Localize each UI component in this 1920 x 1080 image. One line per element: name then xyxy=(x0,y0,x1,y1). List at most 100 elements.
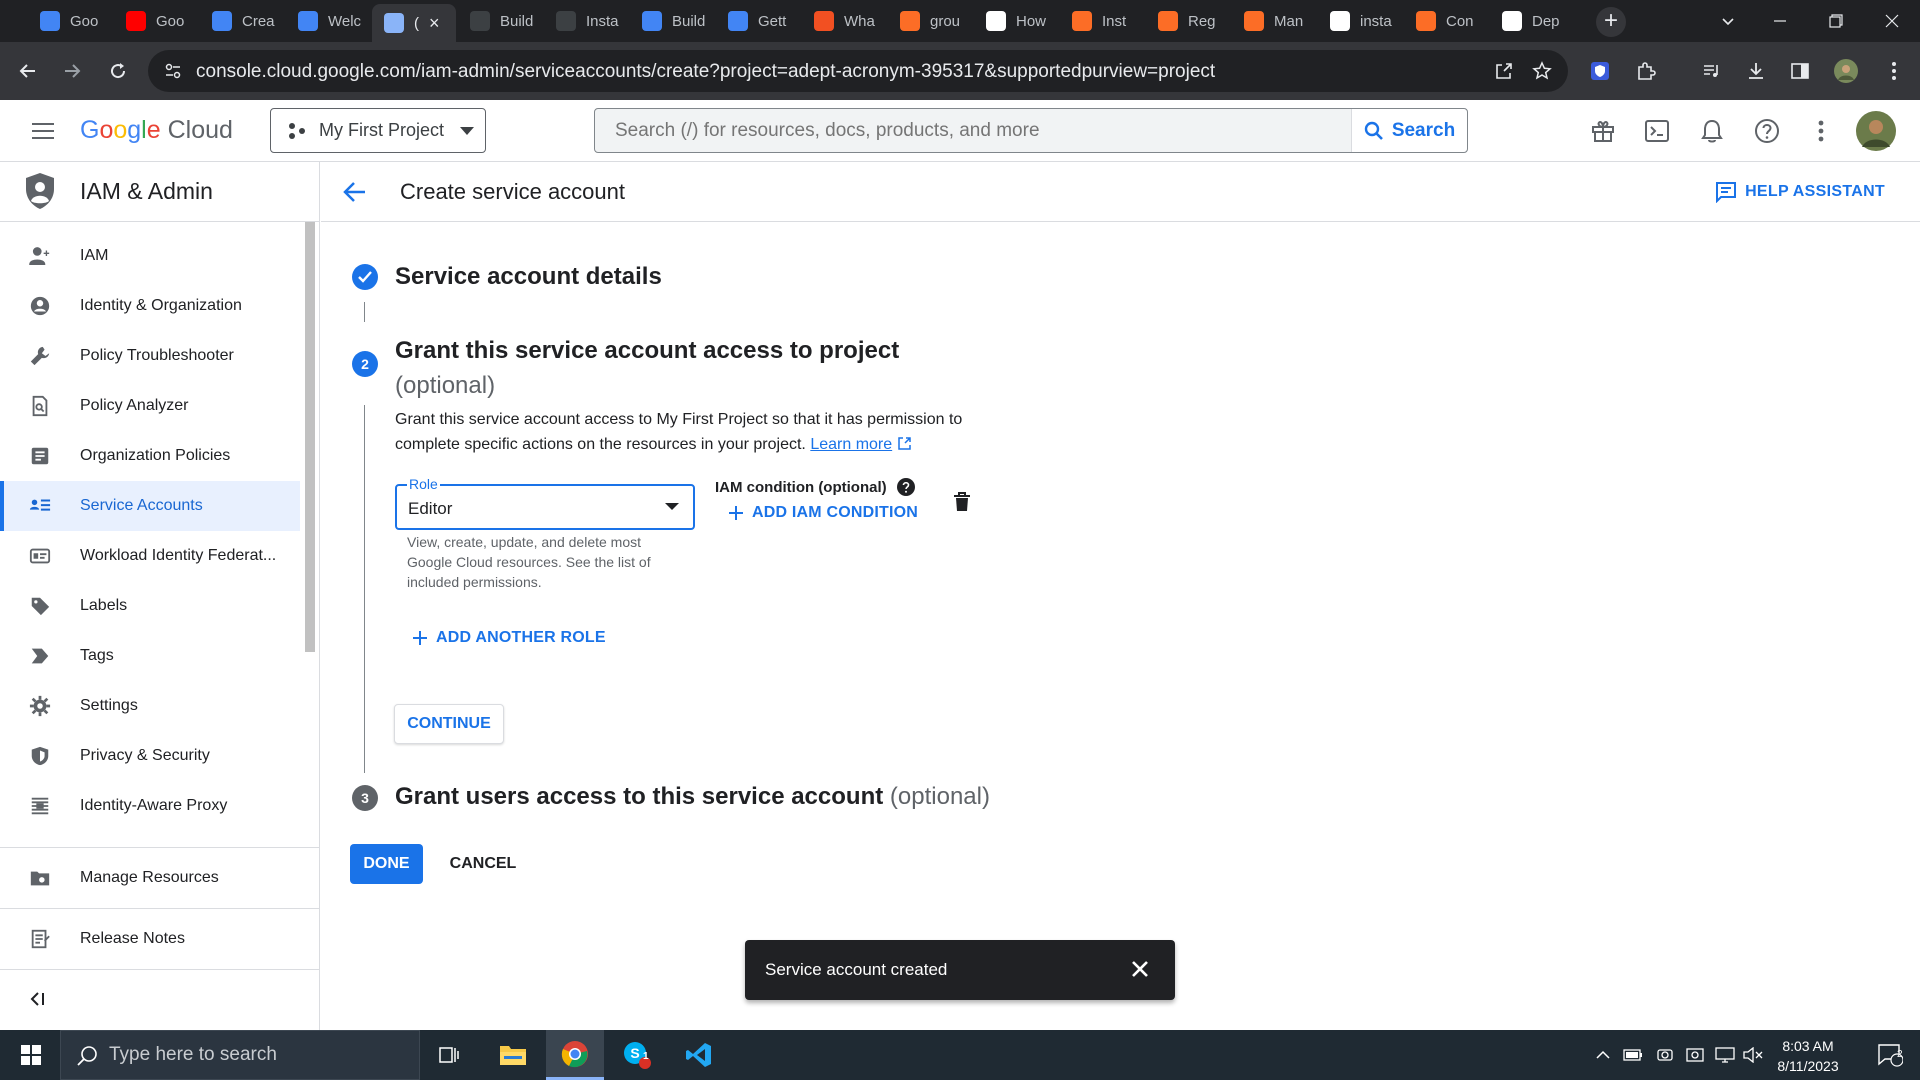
sidebar-item-workload-identity-federat[interactable]: Workload Identity Federat... xyxy=(0,531,300,581)
sidebar-item-identity-organization[interactable]: Identity & Organization xyxy=(0,281,300,331)
sidebar-item-labels[interactable]: Labels xyxy=(0,581,300,631)
browser-tab[interactable]: Build xyxy=(458,4,542,38)
role-select[interactable]: Role Editor xyxy=(395,476,695,530)
help-assistant-button[interactable]: HELP ASSISTANT xyxy=(1715,181,1885,203)
sidebar-item-privacy-security[interactable]: Privacy & Security xyxy=(0,731,300,781)
media-control-icon[interactable] xyxy=(1698,57,1726,85)
learn-more-link[interactable]: Learn more xyxy=(810,436,892,453)
step1-title[interactable]: Service account details xyxy=(395,263,662,291)
notifications-bell-icon[interactable] xyxy=(1695,114,1729,148)
browser-tab[interactable]: Reg xyxy=(1146,4,1230,38)
close-icon[interactable] xyxy=(1129,958,1151,980)
sidebar-item-identity-aware-proxy[interactable]: Identity-Aware Proxy xyxy=(0,781,300,831)
project-selector[interactable]: My First Project xyxy=(270,108,486,153)
continue-button[interactable]: CONTINUE xyxy=(394,704,504,744)
external-link-icon xyxy=(897,436,912,451)
download-icon[interactable] xyxy=(1742,57,1770,85)
taskbar-search-box[interactable]: Type here to search xyxy=(60,1030,420,1080)
add-another-role-button[interactable]: ADD ANOTHER ROLE xyxy=(412,629,606,647)
battery-icon[interactable] xyxy=(1620,1030,1646,1080)
sidebar-scrollbar[interactable] xyxy=(305,222,315,652)
side-panel-icon[interactable] xyxy=(1786,57,1814,85)
sidebar-item-settings[interactable]: Settings xyxy=(0,681,300,731)
meet-now-icon[interactable] xyxy=(1682,1030,1708,1080)
show-hidden-icons-chevron-icon[interactable] xyxy=(1590,1030,1616,1080)
done-button[interactable]: DONE xyxy=(350,844,423,884)
browser-tab[interactable]: Crea xyxy=(200,4,284,38)
browser-tab[interactable]: insta xyxy=(1318,4,1402,38)
hamburger-menu-icon[interactable] xyxy=(26,114,60,148)
tab-search-icon[interactable] xyxy=(1700,0,1756,42)
browser-tab-label: ( xyxy=(414,14,419,32)
back-arrow-icon[interactable] xyxy=(12,55,44,87)
search-icon xyxy=(1364,121,1384,141)
browser-tab[interactable]: (× xyxy=(372,4,456,42)
extension-shield-icon[interactable] xyxy=(1586,57,1614,85)
windows-start-icon[interactable] xyxy=(2,1030,60,1080)
browser-tab[interactable]: Inst xyxy=(1060,4,1144,38)
sidebar-item-release-notes[interactable]: Release Notes xyxy=(0,914,300,964)
search-input[interactable] xyxy=(595,109,1351,152)
sidebar-item-policy-troubleshooter[interactable]: Policy Troubleshooter xyxy=(0,331,300,381)
browser-tab[interactable]: Gett xyxy=(716,4,800,38)
forward-arrow-icon[interactable] xyxy=(56,55,88,87)
search-button[interactable]: Search xyxy=(1351,109,1467,152)
sidebar-item-organization-policies[interactable]: Organization Policies xyxy=(0,431,300,481)
google-cloud-logo[interactable]: Google Cloud xyxy=(80,116,233,145)
address-bar[interactable]: console.cloud.google.com/iam-admin/servi… xyxy=(148,50,1568,92)
site-settings-icon[interactable] xyxy=(164,62,182,80)
browser-tab[interactable]: Con xyxy=(1404,4,1488,38)
file-explorer-icon[interactable] xyxy=(484,1030,542,1080)
google-cloud-icon xyxy=(40,11,60,31)
collapse-sidebar-icon[interactable] xyxy=(28,990,52,1014)
user-avatar[interactable] xyxy=(1856,111,1896,151)
gift-icon[interactable] xyxy=(1586,114,1620,148)
wrench-icon xyxy=(28,344,52,368)
add-iam-condition-button[interactable]: ADD IAM CONDITION xyxy=(728,504,918,522)
cloud-shell-icon[interactable] xyxy=(1640,114,1674,148)
skype-icon[interactable]: S 1 xyxy=(608,1030,666,1080)
bookmark-star-icon[interactable] xyxy=(1532,61,1552,81)
help-question-icon[interactable] xyxy=(1750,114,1784,148)
sidebar-title: IAM & Admin xyxy=(80,178,213,204)
volume-muted-icon[interactable] xyxy=(1740,1030,1766,1080)
browser-tab[interactable]: Man xyxy=(1232,4,1316,38)
help-circle-icon[interactable] xyxy=(896,478,915,496)
reload-icon[interactable] xyxy=(102,55,134,87)
step3-heading[interactable]: Grant users access to this service accou… xyxy=(395,783,990,811)
sidebar-item-tags[interactable]: Tags xyxy=(0,631,300,681)
browser-tab[interactable]: Insta xyxy=(544,4,628,38)
task-view-icon[interactable] xyxy=(420,1030,478,1080)
browser-tab[interactable]: Dep xyxy=(1490,4,1574,38)
browser-tab[interactable]: How xyxy=(974,4,1058,38)
extensions-puzzle-icon[interactable] xyxy=(1632,57,1660,85)
delete-trash-icon[interactable] xyxy=(953,492,977,516)
camera-privacy-icon[interactable] xyxy=(1652,1030,1678,1080)
browser-tab[interactable]: Goo xyxy=(114,4,198,38)
sidebar-item-manage-resources[interactable]: Manage Resources xyxy=(0,853,300,903)
sidebar-item-service-accounts[interactable]: Service Accounts xyxy=(0,481,300,531)
sidebar-item-iam[interactable]: IAM xyxy=(0,231,300,281)
minimize-button[interactable] xyxy=(1752,0,1808,42)
system-clock[interactable]: 8:03 AM 8/11/2023 xyxy=(1768,1036,1848,1076)
new-tab-button[interactable]: + xyxy=(1596,7,1626,37)
more-vert-icon[interactable] xyxy=(1804,114,1838,148)
close-window-button[interactable] xyxy=(1864,0,1920,42)
browser-tab[interactable]: Welc xyxy=(286,4,370,38)
network-icon[interactable] xyxy=(1712,1030,1738,1080)
notification-center-icon[interactable]: 2 xyxy=(1862,1030,1918,1080)
profile-avatar-icon[interactable] xyxy=(1832,57,1860,85)
chrome-taskbar-icon[interactable] xyxy=(546,1030,604,1080)
share-icon[interactable] xyxy=(1494,61,1514,81)
browser-tab[interactable]: Wha xyxy=(802,4,886,38)
cancel-button[interactable]: CANCEL xyxy=(440,844,526,884)
browser-tab[interactable]: Goo xyxy=(28,4,112,38)
tab-close-icon[interactable]: × xyxy=(429,13,440,34)
browser-tab[interactable]: Build xyxy=(630,4,714,38)
browser-tab[interactable]: grou xyxy=(888,4,972,38)
back-arrow-button[interactable] xyxy=(341,178,373,206)
vscode-icon[interactable] xyxy=(670,1030,728,1080)
sidebar-item-policy-analyzer[interactable]: Policy Analyzer xyxy=(0,381,300,431)
chrome-menu-icon[interactable] xyxy=(1880,57,1908,85)
restore-button[interactable] xyxy=(1808,0,1864,42)
